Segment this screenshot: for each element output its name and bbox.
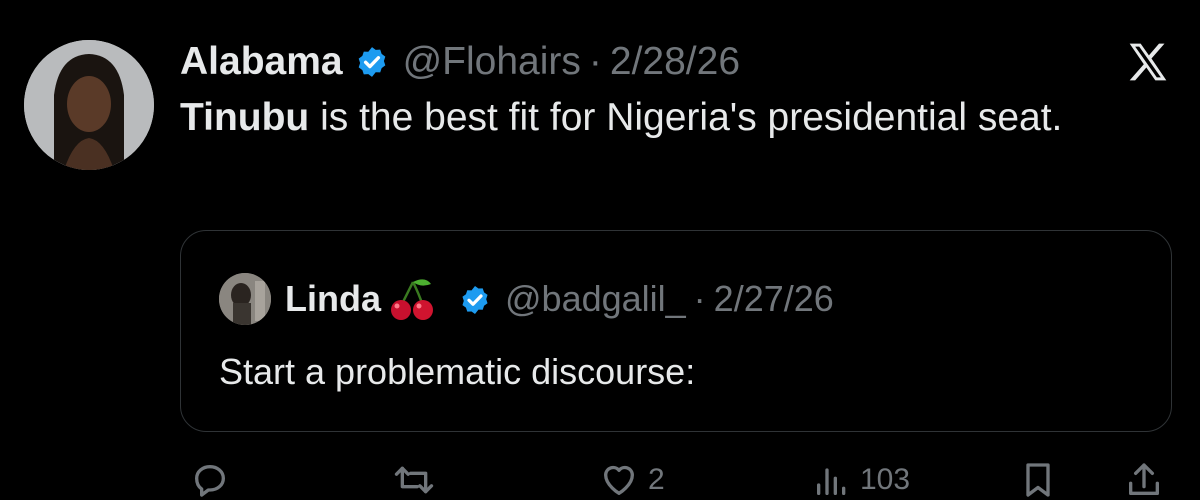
action-bar: 2 103 bbox=[0, 450, 1200, 500]
views-count: 103 bbox=[860, 463, 911, 496]
like-button[interactable]: 2 bbox=[598, 460, 665, 500]
retweet-button[interactable] bbox=[392, 460, 436, 500]
author-avatar[interactable] bbox=[24, 40, 154, 170]
bookmark-icon bbox=[1026, 463, 1050, 497]
tweet-date[interactable]: 2/28/26 bbox=[610, 40, 740, 84]
tweet-text-rest: is the best fit for Nigeria's presidenti… bbox=[309, 96, 1063, 139]
tweet-header: Alabama @Flohairs · 2/28/26 bbox=[180, 38, 740, 86]
separator-dot: · bbox=[588, 40, 602, 83]
quoted-author-handle[interactable]: @badgalil_ bbox=[505, 278, 686, 320]
retweet-icon bbox=[394, 466, 434, 494]
quoted-tweet-text: Start a problematic discourse: bbox=[219, 351, 696, 392]
reply-icon bbox=[195, 465, 225, 497]
views-icon bbox=[817, 468, 846, 495]
quoted-author-avatar[interactable] bbox=[219, 273, 271, 325]
bookmark-button[interactable] bbox=[1018, 460, 1058, 500]
like-count: 2 bbox=[648, 463, 665, 496]
tweet-text: Tinubu is the best fit for Nigeria's pre… bbox=[180, 94, 1140, 142]
separator-dot: · bbox=[693, 278, 706, 319]
heart-icon bbox=[604, 465, 634, 495]
x-logo-icon bbox=[1126, 40, 1170, 84]
quoted-tweet[interactable]: Linda @badgalil_ · 2/27/26 Start a probl… bbox=[180, 230, 1172, 432]
share-icon bbox=[1129, 463, 1159, 495]
author-name[interactable]: Alabama bbox=[180, 40, 343, 84]
verified-badge-icon bbox=[459, 283, 491, 315]
cherries-emoji bbox=[387, 274, 437, 324]
verified-badge-icon bbox=[355, 45, 389, 79]
quoted-tweet-date[interactable]: 2/27/26 bbox=[714, 278, 834, 320]
share-button[interactable] bbox=[1124, 460, 1164, 500]
quoted-tweet-header: Linda @badgalil_ · 2/27/26 bbox=[219, 273, 834, 325]
author-handle[interactable]: @Flohairs bbox=[403, 40, 581, 84]
reply-button[interactable] bbox=[190, 460, 230, 500]
quoted-author-name[interactable]: Linda bbox=[285, 278, 381, 320]
views-button[interactable]: 103 bbox=[812, 460, 910, 500]
tweet-text-bold: Tinubu bbox=[180, 96, 310, 139]
